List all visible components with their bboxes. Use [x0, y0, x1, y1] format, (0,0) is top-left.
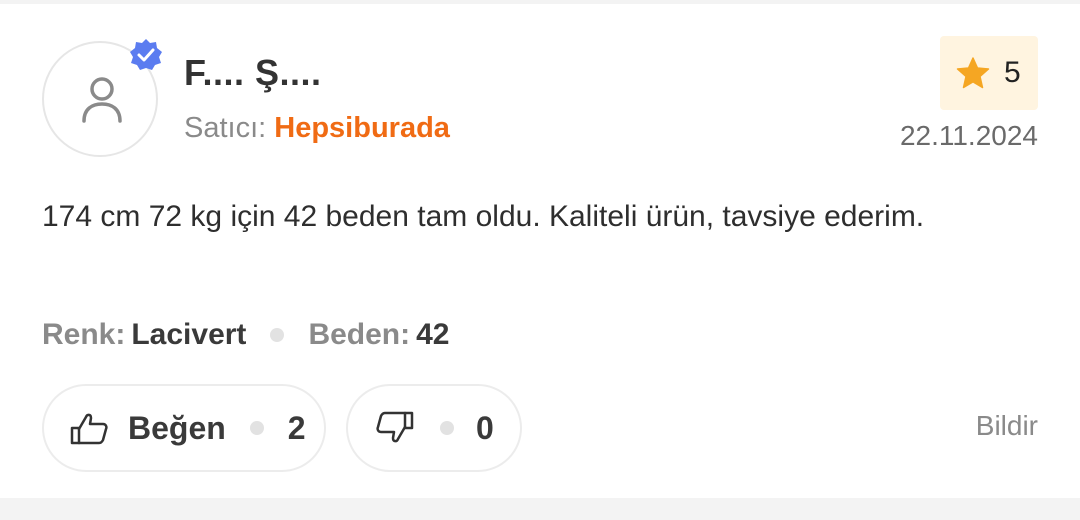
user-icon	[82, 77, 122, 123]
like-button[interactable]: Beğen 2	[42, 384, 326, 472]
report-button[interactable]: Bildir	[976, 410, 1038, 442]
rating-value: 5	[1004, 56, 1021, 89]
review-card: F.... Ş.... Satıcı: Hepsiburada 5 22.11.…	[0, 4, 1080, 498]
like-label: Beğen	[128, 409, 226, 446]
color-label: Renk:	[42, 318, 126, 351]
separator-dot	[440, 421, 454, 435]
product-attributes: Renk: Lacivert Beden: 42	[42, 318, 450, 352]
rating-badge: 5	[940, 36, 1038, 110]
seller-info: Satıcı: Hepsiburada	[184, 112, 450, 145]
separator-dot	[270, 328, 285, 342]
review-date: 22.11.2024	[899, 120, 1038, 151]
review-text: 174 cm 72 kg için 42 beden tam oldu. Kal…	[42, 200, 925, 233]
size-value: 42	[416, 318, 450, 351]
star-icon	[956, 57, 990, 89]
dislike-count: 0	[476, 409, 494, 446]
dislike-button[interactable]: 0	[346, 384, 522, 472]
seller-label: Satıcı:	[184, 112, 267, 144]
size-label: Beden:	[308, 318, 411, 351]
like-count: 2	[287, 409, 306, 446]
reviewer-name: F.... Ş....	[184, 52, 322, 93]
thumbs-down-icon	[374, 411, 414, 445]
color-value: Lacivert	[131, 318, 247, 351]
thumbs-up-icon	[70, 411, 110, 445]
seller-link[interactable]: Hepsiburada	[274, 112, 450, 144]
separator-dot	[249, 421, 264, 435]
verified-badge-icon	[130, 39, 162, 70]
